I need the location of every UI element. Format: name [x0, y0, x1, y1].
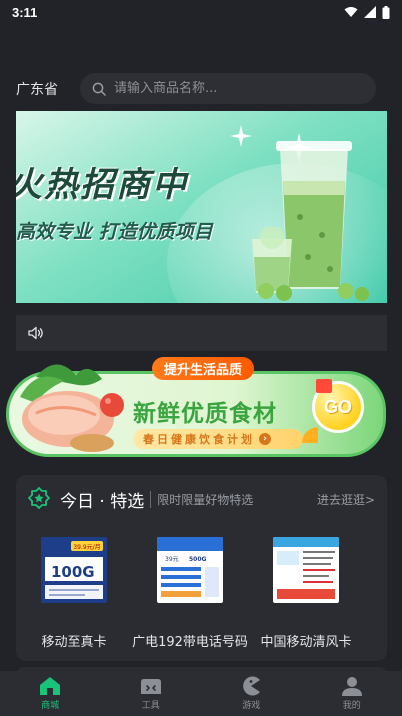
- today-picks-description: 限时限量好物特选: [150, 490, 253, 508]
- tab-label: 我的: [342, 701, 361, 711]
- today-picks-header: 今日 · 特选 限时限量好物特选 进去逛逛>: [28, 487, 375, 512]
- goods-list: 39.9元/月 100G 移动至真卡 39元 500G 广电192带电话号码 中…: [16, 537, 387, 650]
- today-picks-more-link[interactable]: 进去逛逛>: [317, 491, 375, 508]
- goods-item-name: 广电192带电话号码: [132, 635, 248, 650]
- award-badge-icon: [28, 487, 50, 509]
- fruit-decoration: [316, 379, 332, 393]
- today-picks-card: 今日 · 特选 限时限量好物特选 进去逛逛> 39.9元/月 100G 移动至真…: [16, 475, 387, 661]
- tab-label: 游戏: [242, 701, 261, 711]
- item-data-tag: 500G: [189, 556, 207, 563]
- speaker-icon: [28, 326, 43, 340]
- status-icons: [344, 5, 390, 19]
- tab-tools[interactable]: 工具: [101, 671, 202, 716]
- sim-card-product-image: 39元 500G: [157, 537, 223, 603]
- battery-icon: [382, 5, 390, 19]
- signal-icon: [364, 6, 376, 18]
- wifi-icon: [344, 7, 358, 17]
- arrow-right-icon: ›: [259, 433, 271, 445]
- user-icon: [341, 677, 362, 696]
- banner-title: 火热招商中: [16, 165, 188, 205]
- banner-subtitle: 高效专业 打造优质项目: [16, 221, 213, 243]
- notice-bar[interactable]: [16, 315, 387, 351]
- promo-banner[interactable]: 提升生活品质 新鲜优质食材 春日健康饮食计划 › GO: [0, 355, 390, 461]
- status-time: 3:11: [12, 4, 38, 20]
- tab-label: 工具: [141, 701, 160, 711]
- promo-badge: 提升生活品质: [152, 357, 255, 380]
- promo-plan: 春日健康饮食计划 ›: [133, 429, 303, 449]
- home-icon: [40, 677, 61, 695]
- header-row: 广东省: [16, 73, 376, 104]
- tab-profile[interactable]: 我的: [302, 671, 402, 716]
- bottom-tab-bar: 商城 工具 游戏 我的: [0, 671, 402, 716]
- food-image: [20, 364, 124, 452]
- pacman-icon: [243, 676, 261, 696]
- goods-item[interactable]: 中国移动清风卡: [248, 537, 364, 650]
- orange-slice-icon: [302, 427, 318, 443]
- promo-plan-label: 春日健康饮食计划: [143, 433, 255, 446]
- item-data-tag: 100G: [51, 563, 95, 581]
- item-price-tag: 39元: [165, 556, 179, 563]
- tab-games[interactable]: 游戏: [201, 671, 302, 716]
- today-picks-title: 今日 · 特选: [60, 491, 145, 512]
- sim-card-product-image: 39.9元/月 100G: [41, 537, 107, 603]
- toolbox-icon: [140, 679, 161, 694]
- banner-carousel[interactable]: 火热招商中 高效专业 打造优质项目: [16, 111, 387, 303]
- search-icon: [92, 82, 106, 96]
- grape-decoration: [258, 283, 369, 301]
- search-input[interactable]: [114, 81, 364, 96]
- goods-item-name: 移动至真卡: [41, 635, 107, 650]
- goods-item-name: 中国移动清风卡: [260, 635, 352, 650]
- promo-title: 新鲜优质食材: [133, 401, 277, 427]
- goods-item[interactable]: 39.9元/月 100G 移动至真卡: [16, 537, 132, 650]
- sim-card-product-image: [273, 537, 339, 603]
- tab-mall[interactable]: 商城: [0, 671, 101, 716]
- status-bar: 3:11: [0, 0, 402, 24]
- search-box[interactable]: [80, 73, 376, 104]
- goods-item[interactable]: 39元 500G 广电192带电话号码: [132, 537, 248, 650]
- province-selector[interactable]: 广东省: [16, 79, 80, 99]
- tab-label: 商城: [41, 701, 60, 711]
- sparkle-icon: [230, 125, 252, 147]
- item-price-tag: 39.9元/月: [73, 544, 100, 551]
